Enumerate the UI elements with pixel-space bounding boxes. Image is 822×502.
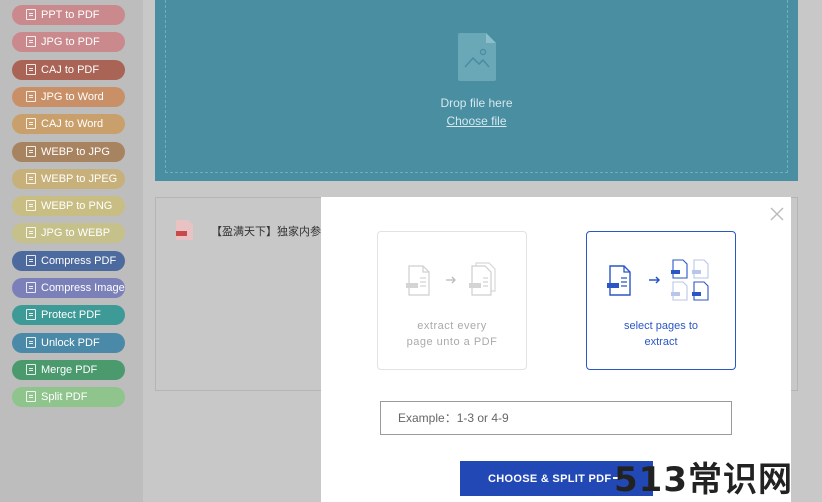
document-icon (26, 200, 36, 212)
choose-split-label: CHOOSE & SPLIT PDF (488, 472, 612, 485)
sidebar-tool-label: Split PDF (41, 391, 88, 404)
document-icon (26, 118, 36, 130)
sidebar-tool-label: CAJ to Word (41, 118, 104, 131)
document-icon (26, 336, 36, 348)
file-name: 【盈满天下】独家内参 (211, 226, 321, 238)
extract-all-icon (406, 262, 496, 296)
extract-all-label: extract every page unto a PDF (378, 318, 526, 350)
file-dropzone[interactable]: Drop file here Choose file (155, 0, 798, 181)
sidebar-tool-label: PPT to PDF (41, 9, 100, 21)
select-pages-label: select pages to extract (587, 318, 735, 350)
dropzone-border (165, 0, 788, 173)
sidebar-tool-label: WEBP to JPG (41, 145, 110, 158)
document-icon (26, 391, 36, 403)
sidebar-tool-label: Unlock PDF (41, 336, 100, 349)
sidebar-tool-label: Protect PDF (41, 309, 101, 322)
select-pages-option[interactable]: select pages to extract (586, 231, 736, 370)
sidebar-tool-label: Merge PDF (41, 363, 98, 376)
sidebar-tool-label: JPG to PDF (41, 36, 100, 49)
sidebar-tool-ppt-to-pdf[interactable]: PPT to PDF (12, 5, 125, 25)
select-pages-icon (607, 259, 709, 301)
close-icon[interactable] (770, 207, 784, 221)
select-pages-line1: select pages to (624, 320, 698, 332)
sidebar-tool-label: Compress PDF (41, 254, 117, 267)
page-range-input[interactable] (380, 401, 732, 435)
watermark: 513常识网 (614, 460, 793, 500)
document-icon (26, 90, 36, 102)
sidebar-tool-jpg-to-word[interactable]: JPG to Word (12, 86, 125, 107)
sidebar-tool-label: CAJ to PDF (41, 63, 100, 76)
document-icon (26, 227, 36, 239)
sidebar-tool-webp-to-jpeg[interactable]: WEBP to JPEG (12, 168, 125, 189)
sidebar-tool-unlock-pdf[interactable]: Unlock PDF (12, 332, 125, 353)
sidebar-tool-caj-to-pdf[interactable]: CAJ to PDF (12, 59, 125, 80)
select-pages-line2: extract (644, 336, 678, 348)
sidebar-tool-label: WEBP to JPEG (41, 172, 118, 185)
pdf-file-icon (176, 220, 193, 240)
tool-sidebar: PPT to PDF JPG to PDF CAJ to PDF JPG to Wor… (0, 0, 143, 502)
document-icon (26, 254, 36, 266)
document-icon (26, 36, 36, 48)
document-icon (26, 172, 36, 184)
sidebar-tool-label: JPG to WEBP (41, 227, 111, 240)
choose-file-link[interactable]: Choose file (155, 114, 798, 128)
sidebar-tool-compress-image[interactable]: Compress Image (12, 278, 125, 298)
extract-all-line1: extract every (417, 320, 487, 332)
sidebar-tool-merge-pdf[interactable]: Merge PDF (12, 359, 125, 380)
sidebar-tool-caj-to-word[interactable]: CAJ to Word (12, 114, 125, 135)
drop-file-text: Drop file here (440, 96, 513, 110)
sidebar-tool-label: Compress Image (41, 282, 125, 294)
extract-all-line2: page unto a PDF (406, 336, 498, 348)
image-file-icon (458, 33, 496, 81)
document-icon (26, 9, 36, 20)
sidebar-tool-jpg-to-webp[interactable]: JPG to WEBP (12, 223, 125, 244)
document-icon (26, 145, 36, 157)
sidebar-tool-jpg-to-pdf[interactable]: JPG to PDF (12, 32, 125, 53)
sidebar-tool-label: WEBP to PNG (41, 200, 113, 213)
sidebar-tool-protect-pdf[interactable]: Protect PDF (12, 305, 125, 326)
sidebar-tool-split-pdf[interactable]: Split PDF (12, 387, 125, 408)
sidebar-tool-compress-pdf[interactable]: Compress PDF (12, 250, 125, 271)
document-icon (26, 363, 36, 375)
document-icon (26, 309, 36, 321)
sidebar-tool-label: JPG to Word (41, 90, 104, 103)
document-icon (26, 63, 36, 75)
sidebar-tool-webp-to-png[interactable]: WEBP to PNG (12, 196, 125, 217)
sidebar-tool-webp-to-jpg[interactable]: WEBP to JPG (12, 141, 125, 162)
document-icon (26, 282, 36, 293)
extract-all-option[interactable]: extract every page unto a PDF (377, 231, 527, 370)
